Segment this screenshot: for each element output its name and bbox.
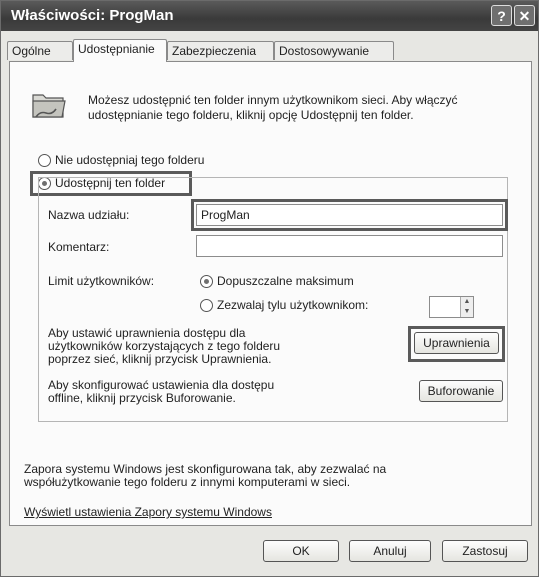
allow-users-label[interactable]: Zezwalaj tylu użytkownikom: bbox=[217, 298, 368, 312]
shared-folder-icon bbox=[32, 94, 66, 118]
user-count-spinner[interactable]: ▲ ▼ bbox=[429, 296, 474, 318]
sharing-panel: Możesz udostępnić ten folder innym użytk… bbox=[9, 61, 532, 526]
help-button[interactable]: ? bbox=[491, 5, 512, 26]
max-users-label[interactable]: Dopuszczalne maksimum bbox=[217, 274, 354, 288]
tab-general[interactable]: Ogólne bbox=[7, 41, 73, 60]
window-title: Właściwości: ProgMan bbox=[11, 7, 174, 24]
sharing-intro-text: Możesz udostępnić ten folder innym użytk… bbox=[88, 93, 458, 122]
permissions-button[interactable]: Uprawnienia bbox=[414, 332, 499, 354]
caching-text: Aby skonfigurować ustawienia dla dostępu… bbox=[48, 378, 275, 405]
share-name-input[interactable]: ProgMan bbox=[196, 204, 503, 226]
user-limit-label: Limit użytkowników: bbox=[48, 274, 155, 288]
spinner-arrows-icon[interactable]: ▲ ▼ bbox=[460, 297, 473, 317]
comment-label: Komentarz: bbox=[48, 240, 110, 254]
properties-dialog: Właściwości: ProgMan ? ✕ Ogólne Udostępn… bbox=[0, 0, 539, 577]
max-users-radio[interactable] bbox=[200, 275, 213, 288]
share-name-label: Nazwa udziału: bbox=[48, 208, 130, 222]
comment-input[interactable] bbox=[196, 235, 503, 257]
cancel-button[interactable]: Anuluj bbox=[349, 540, 431, 562]
no-share-radio[interactable] bbox=[38, 154, 51, 167]
no-share-label[interactable]: Nie udostępniaj tego folderu bbox=[55, 153, 204, 167]
tab-sharing[interactable]: Udostępnianie bbox=[73, 39, 167, 62]
tab-customize[interactable]: Dostosowywanie bbox=[274, 41, 394, 60]
permissions-text: Aby ustawić uprawnienia dostępu dla użyt… bbox=[48, 326, 281, 366]
firewall-settings-link[interactable]: Wyświetl ustawienia Zapory systemu Windo… bbox=[24, 505, 272, 519]
ok-button[interactable]: OK bbox=[263, 540, 339, 562]
apply-button[interactable]: Zastosuj bbox=[442, 540, 528, 562]
caching-button[interactable]: Buforowanie bbox=[419, 380, 503, 402]
firewall-text: Zapora systemu Windows jest skonfigurowa… bbox=[24, 462, 387, 489]
tab-security[interactable]: Zabezpieczenia bbox=[167, 41, 274, 60]
close-button[interactable]: ✕ bbox=[514, 5, 535, 26]
allow-users-radio[interactable] bbox=[200, 299, 213, 312]
title-bar[interactable]: Właściwości: ProgMan ? ✕ bbox=[1, 1, 538, 31]
